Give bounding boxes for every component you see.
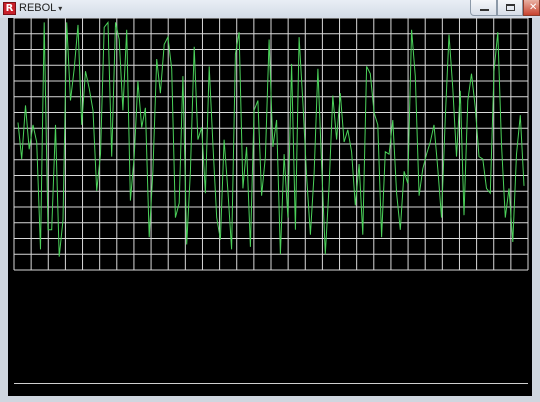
minimize-button[interactable] <box>470 0 497 16</box>
window-frame-right <box>532 18 540 402</box>
client-area <box>8 18 532 396</box>
rebol-app-icon[interactable]: R <box>3 2 16 15</box>
maximize-icon <box>506 4 515 11</box>
window-title[interactable]: REBOL ▾ <box>19 2 62 14</box>
dropdown-arrow-icon[interactable]: ▾ <box>58 4 62 13</box>
maximize-button[interactable] <box>497 0 523 16</box>
console-area[interactable] <box>8 272 532 388</box>
minimize-icon <box>480 9 489 11</box>
window-frame-left <box>0 18 8 402</box>
window-title-text: REBOL <box>19 2 57 14</box>
title-bar[interactable]: R REBOL ▾ ✕ <box>0 0 540 18</box>
close-icon: ✕ <box>529 2 538 13</box>
close-button[interactable]: ✕ <box>523 0 540 16</box>
rebol-window: R REBOL ▾ ✕ <box>0 0 540 402</box>
window-frame-bottom <box>0 396 540 402</box>
oscilloscope-chart <box>8 18 532 272</box>
console-divider <box>14 383 528 384</box>
